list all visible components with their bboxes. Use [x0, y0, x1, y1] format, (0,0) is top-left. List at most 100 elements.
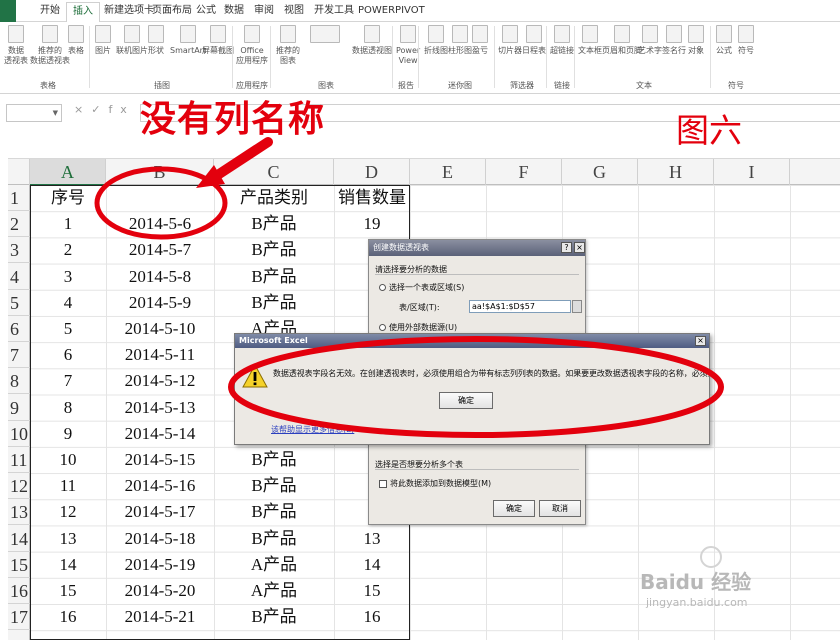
row-header[interactable]: 12 [8, 473, 30, 500]
textbox-button[interactable]: 文本框 [578, 25, 602, 56]
column-header-f[interactable]: F [486, 159, 562, 186]
cell-category[interactable]: B产品 [214, 237, 334, 263]
sparkline-column-button[interactable]: 柱形图 [448, 25, 472, 56]
help-link[interactable]: 该帮助显示更多信息(E) [271, 424, 354, 435]
cell-quantity[interactable]: 13 [334, 526, 410, 552]
row-header[interactable]: 1 [8, 185, 30, 211]
column-header-b[interactable]: B [106, 159, 214, 186]
header-cell-quantity[interactable]: 销售数量 [334, 185, 410, 211]
ok-button[interactable]: 确定 [493, 500, 535, 517]
hyperlink-button[interactable]: 超链接 [550, 25, 574, 56]
cell-seq[interactable]: 11 [30, 473, 106, 499]
row-header[interactable]: 15 [8, 552, 30, 578]
select-all-corner[interactable] [8, 159, 30, 186]
header-cell-date[interactable] [106, 185, 214, 211]
header-footer-button[interactable]: 页眉和页脚 [602, 25, 642, 56]
chart-types-gallery[interactable] [310, 25, 340, 46]
column-header-a[interactable]: A [30, 159, 106, 186]
cell-quantity[interactable]: 14 [334, 552, 410, 578]
cell-seq[interactable]: 3 [30, 264, 106, 290]
row-header[interactable]: 3 [8, 237, 30, 264]
insert-function-button[interactable]: fx [108, 103, 134, 116]
tab-formulas[interactable]: 公式 [196, 4, 216, 18]
cell-category[interactable]: B产品 [214, 290, 334, 316]
column-header-c[interactable]: C [214, 159, 334, 186]
cell-seq[interactable]: 8 [30, 395, 106, 421]
cell-seq[interactable]: 4 [30, 290, 106, 316]
file-tab-button[interactable] [0, 0, 16, 22]
cell-date[interactable]: 2014-5-15 [106, 447, 214, 473]
cell-seq[interactable]: 6 [30, 342, 106, 368]
cell-quantity[interactable]: 16 [334, 604, 410, 630]
row-header[interactable]: 10 [8, 421, 30, 447]
cell-date[interactable]: 2014-5-10 [106, 316, 214, 342]
symbol-button[interactable]: 符号 [738, 25, 754, 56]
row-header[interactable]: 13 [8, 499, 30, 526]
cell-quantity[interactable]: 15 [334, 578, 410, 604]
table-button[interactable]: 表格 [68, 25, 84, 56]
online-picture-button[interactable]: 联机图片 [116, 25, 148, 56]
cell-date[interactable]: 2014-5-18 [106, 526, 214, 552]
cell-category[interactable]: B产品 [214, 447, 334, 473]
cell-date[interactable]: 2014-5-12 [106, 368, 214, 394]
cell-date[interactable]: 2014-5-14 [106, 421, 214, 447]
confirm-entry-button[interactable]: ✓ [91, 103, 108, 116]
cell-seq[interactable]: 14 [30, 552, 106, 578]
name-box[interactable]: ▼ [6, 104, 62, 122]
header-cell-seq[interactable]: 序号 [30, 185, 106, 211]
cancel-button[interactable]: 取消 [539, 500, 581, 517]
picture-button[interactable]: 图片 [95, 25, 111, 56]
object-button[interactable]: 对象 [688, 25, 704, 56]
cell-category[interactable]: A产品 [214, 552, 334, 578]
cell-seq[interactable]: 10 [30, 447, 106, 473]
row-header[interactable]: 14 [8, 526, 30, 552]
error-ok-button[interactable]: 确定 [439, 392, 493, 409]
wordart-button[interactable]: 艺术字 [638, 25, 662, 56]
row-header[interactable]: 5 [8, 290, 30, 316]
cell-seq[interactable]: 2 [30, 237, 106, 263]
tab-home[interactable]: 开始 [40, 4, 60, 18]
cell-quantity[interactable]: 19 [334, 211, 410, 237]
close-button[interactable]: × [574, 242, 585, 253]
cell-seq[interactable]: 5 [30, 316, 106, 342]
cell-category[interactable]: B产品 [214, 211, 334, 237]
tab-developer[interactable]: 开发工具 [314, 4, 354, 18]
cell-category[interactable]: B产品 [214, 473, 334, 499]
row-header[interactable]: 8 [8, 368, 30, 395]
office-apps-button[interactable]: Office 应用程序 [236, 25, 268, 66]
slicer-button[interactable]: 切片器 [498, 25, 522, 56]
cell-seq[interactable]: 16 [30, 604, 106, 630]
cell-category[interactable]: A产品 [214, 578, 334, 604]
cell-date[interactable]: 2014-5-13 [106, 395, 214, 421]
screenshot-button[interactable]: 屏幕截图 [202, 25, 234, 56]
signature-line-button[interactable]: 签名行 [662, 25, 686, 56]
cell-category[interactable]: B产品 [214, 499, 334, 525]
tab-new[interactable]: 新建选项卡 [104, 4, 154, 18]
cell-date[interactable]: 2014-5-11 [106, 342, 214, 368]
row-header[interactable]: 9 [8, 395, 30, 421]
cell-seq[interactable]: 15 [30, 578, 106, 604]
recommended-charts-button[interactable]: 推荐的 图表 [276, 25, 300, 66]
cell-category[interactable]: B产品 [214, 526, 334, 552]
sparkline-winloss-button[interactable]: 盈亏 [472, 25, 488, 56]
row-header[interactable]: 2 [8, 211, 30, 238]
cell-date[interactable]: 2014-5-17 [106, 499, 214, 525]
timeline-button[interactable]: 日程表 [522, 25, 546, 56]
cell-seq[interactable]: 7 [30, 368, 106, 394]
row-header[interactable]: 6 [8, 316, 30, 342]
cell-date[interactable]: 2014-5-20 [106, 578, 214, 604]
column-header-g[interactable]: G [562, 159, 638, 186]
tab-view[interactable]: 视图 [284, 4, 304, 18]
header-cell-category[interactable]: 产品类别 [214, 185, 334, 211]
cell-date[interactable]: 2014-5-8 [106, 264, 214, 290]
cell-seq[interactable]: 13 [30, 526, 106, 552]
cell-category[interactable]: B产品 [214, 264, 334, 290]
equation-button[interactable]: 公式 [716, 25, 732, 56]
cell-date[interactable]: 2014-5-19 [106, 552, 214, 578]
tab-insert[interactable]: 插入 [66, 2, 100, 22]
smartart-button[interactable]: SmartArt [170, 25, 206, 56]
help-button[interactable]: ? [561, 242, 572, 253]
recommended-pivot-button[interactable]: 推荐的 数据透视表 [30, 25, 70, 66]
row-header[interactable]: 4 [8, 264, 30, 290]
cell-seq[interactable]: 1 [30, 211, 106, 237]
